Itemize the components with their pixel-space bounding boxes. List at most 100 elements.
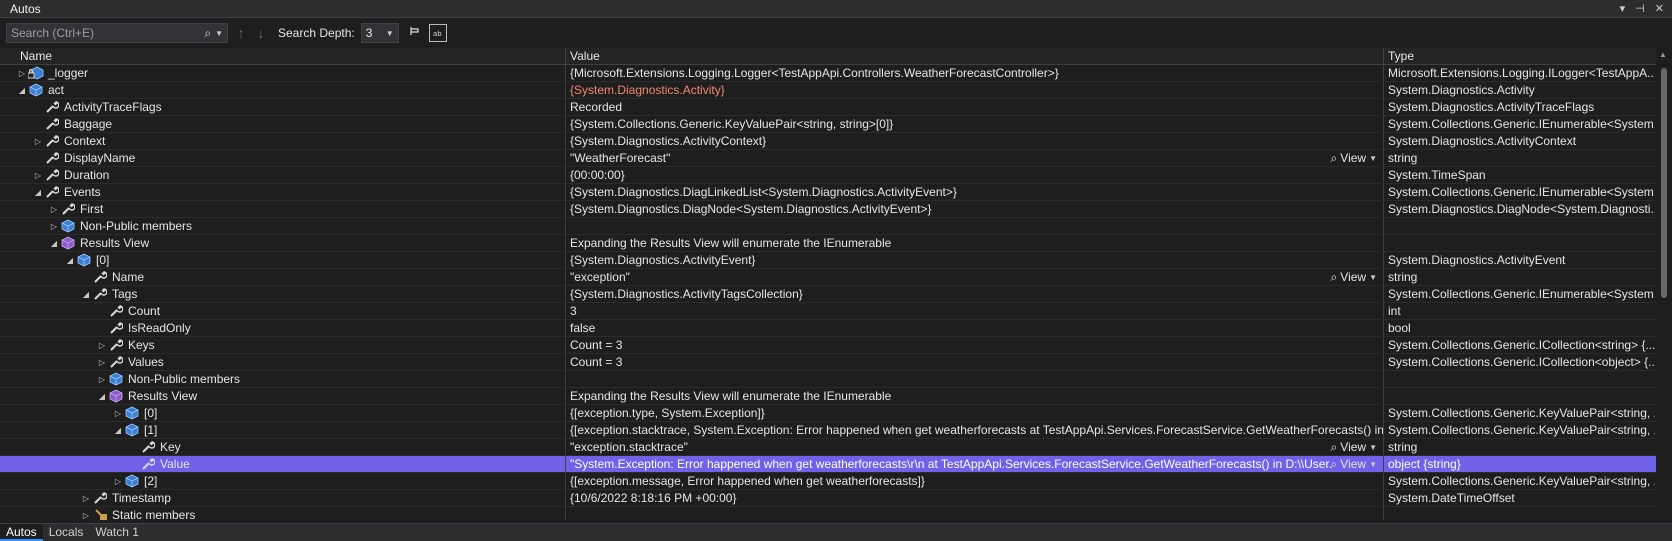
name-cell[interactable]: ▷ Timestamp — [0, 490, 566, 506]
table-row[interactable]: Name "exception" ⌕ View ▼ string — [0, 269, 1672, 286]
table-row[interactable]: DisplayName "WeatherForecast" ⌕ View ▼ string — [0, 150, 1672, 167]
expand-icon[interactable]: ▷ — [112, 473, 124, 489]
scroll-up-icon[interactable]: ▲ — [1659, 50, 1667, 59]
table-row[interactable]: ◢ act {System.Diagnostics.Activity} System.… — [0, 82, 1672, 99]
value-cell[interactable]: {[exception.message, Error happened when… — [566, 473, 1384, 489]
hex-display-icon[interactable]: ab — [428, 24, 447, 42]
value-cell[interactable]: "exception" ⌕ View ▼ — [566, 269, 1384, 285]
value-cell[interactable]: {[exception.stacktrace, System.Exception… — [566, 422, 1384, 438]
expand-icon[interactable]: ▷ — [96, 354, 108, 370]
collapse-icon[interactable]: ◢ — [96, 388, 108, 404]
tab-watch-1[interactable]: Watch 1 — [89, 524, 145, 541]
pin-icon[interactable]: ⊣ — [1635, 2, 1645, 15]
value-cell[interactable]: {System.Diagnostics.DiagNode<System.Diag… — [566, 201, 1384, 217]
name-cell[interactable]: ▷ Non-Public members — [0, 218, 566, 234]
name-cell[interactable]: Name — [0, 269, 566, 285]
expand-icon[interactable]: ▷ — [16, 65, 28, 81]
name-cell[interactable]: ▷ Keys — [0, 337, 566, 353]
search-input[interactable]: Search (Ctrl+E) ⌕ ▼ — [6, 23, 228, 43]
expand-icon[interactable]: ▷ — [112, 405, 124, 421]
tab-autos[interactable]: Autos — [0, 524, 43, 541]
view-visualizer-button[interactable]: ⌕ View ▼ — [1331, 456, 1383, 472]
expand-icon[interactable]: ▷ — [48, 218, 60, 234]
name-cell[interactable]: ▷ Static members — [0, 507, 566, 520]
tab-locals[interactable]: Locals — [43, 524, 90, 541]
value-cell[interactable]: {Microsoft.Extensions.Logging.Logger<Tes… — [566, 65, 1384, 81]
name-cell[interactable]: ▷ [2] — [0, 473, 566, 489]
value-cell[interactable] — [566, 371, 1384, 387]
table-row[interactable]: ▷ [2] {[exception.message, Error happened … — [0, 473, 1672, 490]
chevron-down-icon[interactable]: ▼ — [1369, 456, 1377, 472]
name-cell[interactable]: ▷ Values — [0, 354, 566, 370]
expand-icon[interactable]: ▷ — [48, 201, 60, 217]
table-row[interactable]: ▷ Static members — [0, 507, 1672, 520]
name-cell[interactable]: ▷ _logger — [0, 65, 566, 81]
value-cell[interactable]: {System.Diagnostics.ActivityTagsCollecti… — [566, 286, 1384, 302]
search-icon[interactable]: ⌕ — [204, 26, 211, 41]
table-row[interactable]: ▷ Non-Public members — [0, 218, 1672, 235]
arrow-down-icon[interactable]: ↓ — [254, 25, 268, 41]
value-cell[interactable]: Recorded — [566, 99, 1384, 115]
table-row[interactable]: ▷ Context {System.Diagnostics.ActivityCont… — [0, 133, 1672, 150]
name-cell[interactable]: ◢ [1] — [0, 422, 566, 438]
table-row[interactable]: ▷ Timestamp {10/6/2022 8:18:16 PM +00:00} S… — [0, 490, 1672, 507]
collapse-icon[interactable]: ◢ — [112, 422, 124, 438]
close-icon[interactable]: ✕ — [1655, 2, 1664, 15]
table-row[interactable]: ◢ [0] {System.Diagnostics.ActivityEvent} Sy… — [0, 252, 1672, 269]
value-cell[interactable]: Expanding the Results View will enumerat… — [566, 388, 1384, 404]
table-row[interactable]: ◢ Tags {System.Diagnostics.ActivityTagsCol… — [0, 286, 1672, 303]
table-row[interactable]: ◢ [1] {[exception.stacktrace, System.Excep… — [0, 422, 1672, 439]
column-header-name[interactable]: Name — [0, 48, 566, 64]
column-header-value[interactable]: Value — [566, 48, 1384, 64]
name-cell[interactable]: ▷ Context — [0, 133, 566, 149]
value-cell[interactable]: false — [566, 320, 1384, 336]
expand-icon[interactable]: ▷ — [96, 371, 108, 387]
value-cell[interactable] — [566, 218, 1384, 234]
value-cell[interactable]: Count = 3 — [566, 337, 1384, 353]
value-cell[interactable]: Expanding the Results View will enumerat… — [566, 235, 1384, 251]
name-cell[interactable]: ◢ [0] — [0, 252, 566, 268]
value-cell[interactable]: 3 — [566, 303, 1384, 319]
window-dropdown-icon[interactable]: ▾ — [1620, 2, 1626, 15]
chevron-down-icon[interactable]: ▼ — [1369, 150, 1377, 166]
view-visualizer-button[interactable]: ⌕ View ▼ — [1331, 269, 1383, 285]
table-row[interactable]: ▷ Keys Count = 3 System.Collections.Generic… — [0, 337, 1672, 354]
arrow-up-icon[interactable]: ↑ — [234, 25, 248, 41]
chevron-down-icon[interactable]: ▼ — [1369, 269, 1377, 285]
value-cell[interactable]: {System.Collections.Generic.KeyValuePair… — [566, 116, 1384, 132]
table-row[interactable]: ◢ Results View Expanding the Results View … — [0, 235, 1672, 252]
table-row[interactable]: Count 3 int — [0, 303, 1672, 320]
value-cell[interactable] — [566, 507, 1384, 520]
collapse-icon[interactable]: ◢ — [48, 235, 60, 251]
table-row[interactable]: ◢ Results View Expanding the Results View … — [0, 388, 1672, 405]
name-cell[interactable]: DisplayName — [0, 150, 566, 166]
name-cell[interactable]: ▷ First — [0, 201, 566, 217]
expand-icon[interactable]: ▷ — [32, 167, 44, 183]
value-cell[interactable]: {System.Diagnostics.DiagLinkedList<Syste… — [566, 184, 1384, 200]
vertical-scrollbar[interactable]: ▲ — [1656, 48, 1672, 520]
view-visualizer-button[interactable]: ⌕ View ▼ — [1331, 150, 1383, 166]
view-visualizer-button[interactable]: ⌕ View ▼ — [1331, 439, 1383, 455]
collapse-icon[interactable]: ◢ — [64, 252, 76, 268]
scrollbar-thumb[interactable] — [1661, 68, 1667, 298]
name-cell[interactable]: Baggage — [0, 116, 566, 132]
value-cell[interactable]: {10/6/2022 8:18:16 PM +00:00} — [566, 490, 1384, 506]
name-cell[interactable]: ◢ Tags — [0, 286, 566, 302]
value-cell[interactable]: "WeatherForecast" ⌕ View ▼ — [566, 150, 1384, 166]
name-cell[interactable]: ▷ [0] — [0, 405, 566, 421]
name-cell[interactable]: IsReadOnly — [0, 320, 566, 336]
name-cell[interactable]: Count — [0, 303, 566, 319]
name-cell[interactable]: ◢ Results View — [0, 388, 566, 404]
name-cell[interactable]: ◢ Events — [0, 184, 566, 200]
table-row[interactable]: ▷ Values Count = 3 System.Collections.Gener… — [0, 354, 1672, 371]
value-cell[interactable]: Count = 3 — [566, 354, 1384, 370]
pin-to-source-icon[interactable] — [405, 23, 423, 43]
value-cell[interactable]: {[exception.type, System.Exception]} — [566, 405, 1384, 421]
name-cell[interactable]: ▷ Duration — [0, 167, 566, 183]
collapse-icon[interactable]: ◢ — [80, 286, 92, 302]
value-cell[interactable]: "System.Exception: Error happened when g… — [566, 456, 1384, 472]
name-cell[interactable]: ◢ Results View — [0, 235, 566, 251]
table-row[interactable]: Value "System.Exception: Error happened w… — [0, 456, 1672, 473]
name-cell[interactable]: ◢ act — [0, 82, 566, 98]
table-row[interactable]: Key "exception.stacktrace" ⌕ View ▼ string — [0, 439, 1672, 456]
